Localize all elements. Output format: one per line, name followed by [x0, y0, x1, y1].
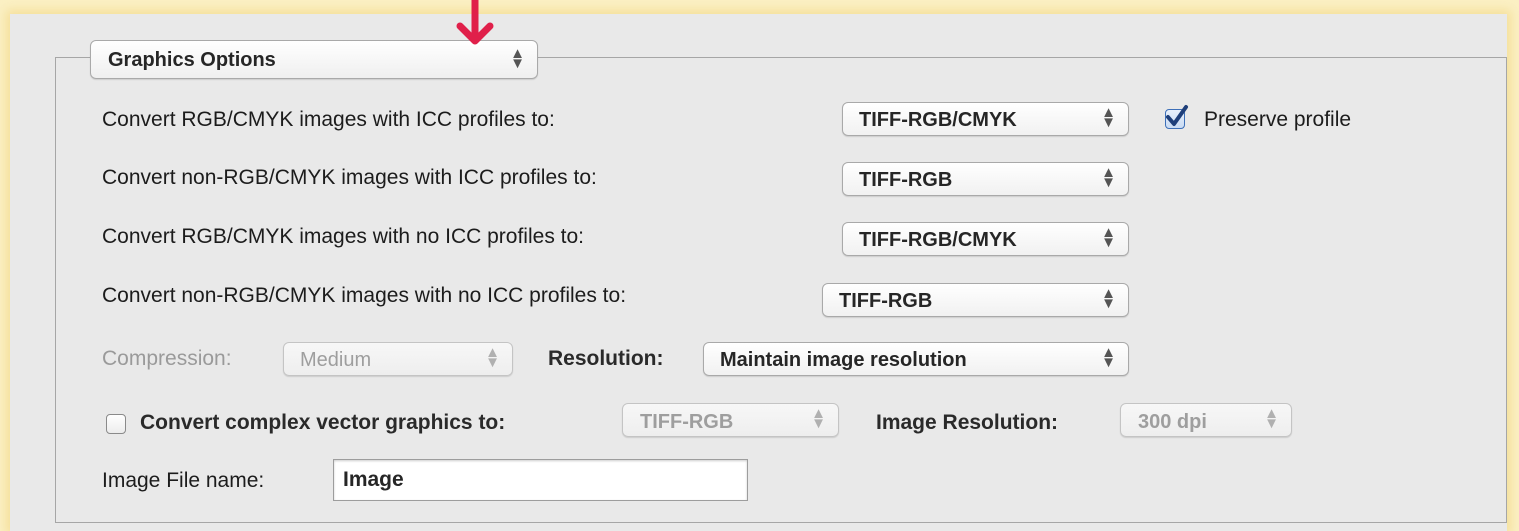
popup-arrows-icon: ▲ ▼: [1101, 164, 1116, 191]
popup-arrows-icon: ▲ ▼: [1101, 344, 1116, 371]
compression-value: Medium: [300, 349, 372, 371]
row-1-format-value: TIFF-RGB/CMYK: [859, 109, 1017, 131]
highlight-glow-top: [0, 0, 1519, 14]
image-file-name-label: Image File name:: [102, 469, 265, 492]
row-2-format-value: TIFF-RGB: [859, 169, 953, 191]
resolution-value: Maintain image resolution: [720, 349, 967, 371]
complex-vector-format-popup[interactable]: TIFF-RGB ▲ ▼: [622, 403, 839, 437]
row-1-label: Convert RGB/CMYK images with ICC profile…: [102, 108, 555, 131]
popup-arrows-icon: ▲ ▼: [1264, 405, 1279, 432]
complex-vector-format-value: TIFF-RGB: [640, 411, 734, 433]
image-resolution-popup[interactable]: 300 dpi ▲ ▼: [1120, 403, 1292, 437]
resolution-popup[interactable]: Maintain image resolution ▲ ▼: [703, 342, 1129, 376]
popup-arrows-icon: ▲ ▼: [1101, 224, 1116, 251]
convert-complex-vector-label: Convert complex vector graphics to:: [140, 411, 506, 434]
convert-complex-vector-checkbox[interactable]: [106, 414, 126, 434]
popup-arrows-icon: ▲ ▼: [1101, 285, 1116, 312]
compression-popup[interactable]: Medium ▲ ▼: [283, 342, 513, 376]
popup-arrows-icon: ▲ ▼: [1101, 104, 1116, 131]
row-3-format-value: TIFF-RGB/CMYK: [859, 229, 1017, 251]
row-3-format-popup[interactable]: TIFF-RGB/CMYK ▲ ▼: [842, 222, 1129, 256]
popup-arrows-icon: ▲ ▼: [510, 45, 525, 72]
group-selector-value: Graphics Options: [108, 49, 276, 71]
checkmark-icon: [1166, 105, 1188, 126]
image-resolution-label: Image Resolution:: [876, 411, 1059, 434]
row-3-label: Convert RGB/CMYK images with no ICC prof…: [102, 225, 584, 248]
compression-label: Compression:: [102, 347, 232, 370]
preserve-profile-checkbox[interactable]: [1165, 105, 1188, 129]
popup-arrows-icon: ▲ ▼: [811, 405, 826, 432]
row-2-format-popup[interactable]: TIFF-RGB ▲ ▼: [842, 162, 1129, 196]
popup-arrows-icon: ▲ ▼: [485, 344, 500, 371]
row-2-label: Convert non-RGB/CMYK images with ICC pro…: [102, 166, 597, 189]
row-4-label: Convert non-RGB/CMYK images with no ICC …: [102, 284, 627, 307]
row-4-format-value: TIFF-RGB: [839, 290, 933, 312]
row-1-format-popup[interactable]: TIFF-RGB/CMYK ▲ ▼: [842, 102, 1129, 136]
resolution-label: Resolution:: [548, 347, 664, 370]
red-down-arrow-icon: [456, 0, 494, 45]
preserve-profile-label: Preserve profile: [1204, 108, 1352, 131]
row-4-format-popup[interactable]: TIFF-RGB ▲ ▼: [822, 283, 1129, 317]
image-file-name-input[interactable]: Image: [333, 459, 748, 501]
image-resolution-value: 300 dpi: [1138, 411, 1207, 433]
